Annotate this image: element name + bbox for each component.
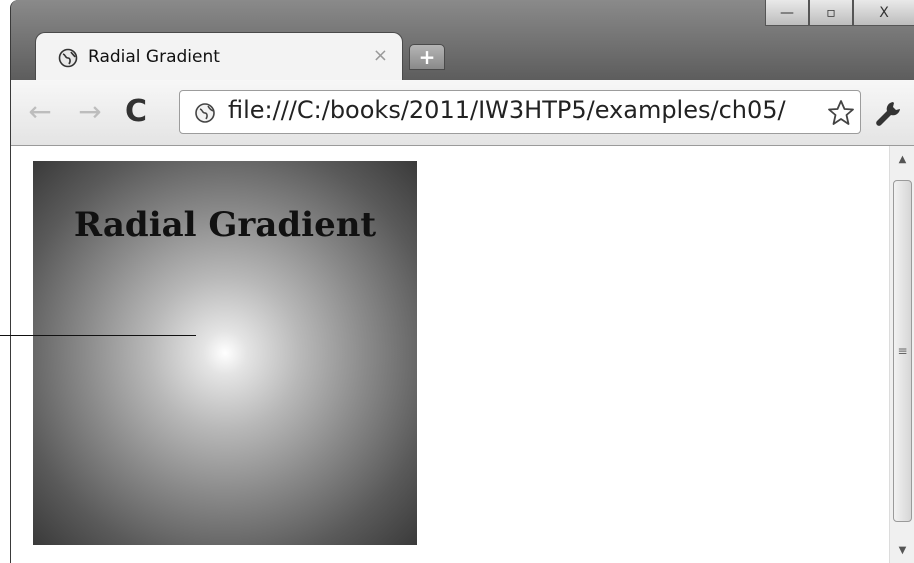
scroll-down-button[interactable]: ▼ [890, 537, 914, 563]
reload-button[interactable]: C [119, 94, 153, 129]
wrench-icon[interactable] [873, 98, 905, 130]
title-bar: — ▫ X Radial Gradient × + [11, 0, 914, 80]
address-bar[interactable]: file:///C:/books/2011/IW3HTP5/examples/c… [179, 90, 861, 134]
tab-title: Radial Gradient [88, 47, 220, 67]
globe-icon [58, 48, 78, 68]
close-window-button[interactable]: X [853, 0, 914, 26]
globe-icon [195, 103, 215, 123]
minimize-button[interactable]: — [765, 0, 809, 26]
vertical-scrollbar[interactable]: ▲ ≡ ▼ [889, 146, 914, 563]
tab-radial-gradient[interactable]: Radial Gradient × [35, 32, 403, 80]
page-heading: Radial Gradient [73, 205, 377, 245]
back-button[interactable]: ← [23, 94, 57, 128]
maximize-button[interactable]: ▫ [809, 0, 853, 26]
scroll-thumb[interactable]: ≡ [893, 180, 912, 522]
forward-button[interactable]: → [73, 94, 107, 128]
page-content: Radial Gradient ▲ ≡ ▼ [11, 146, 914, 563]
scroll-up-button[interactable]: ▲ [890, 146, 914, 172]
tab-close-button[interactable]: × [373, 45, 388, 66]
address-url: file:///C:/books/2011/IW3HTP5/examples/c… [228, 96, 786, 124]
callout-line [0, 335, 196, 336]
window-controls: — ▫ X [765, 0, 914, 26]
browser-window: — ▫ X Radial Gradient × + ← → C file:///… [10, 0, 914, 563]
star-icon[interactable] [826, 98, 856, 128]
new-tab-button[interactable]: + [409, 44, 445, 70]
radial-gradient-box: Radial Gradient [33, 161, 417, 545]
toolbar: ← → C file:///C:/books/2011/IW3HTP5/exam… [11, 80, 914, 146]
